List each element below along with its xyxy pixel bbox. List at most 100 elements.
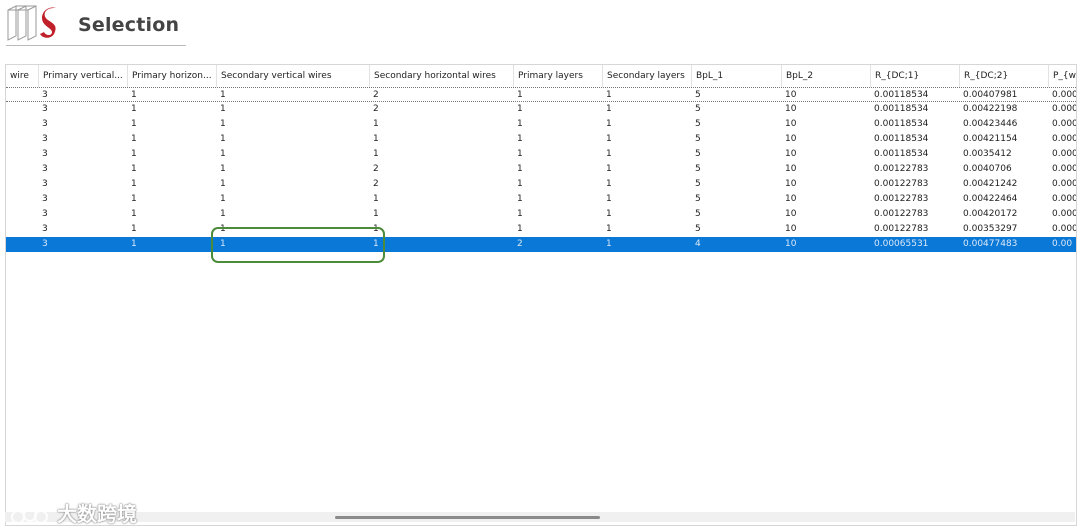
- grid-header-row: wire Primary vertical... Primary horizon..…: [6, 65, 1076, 87]
- column-header[interactable]: Primary vertical...: [39, 65, 128, 87]
- table-cell: 1: [606, 209, 612, 219]
- table-row[interactable]: 3 1 1 1 1 1 5 10 0.00122783 0.00422464 0.000: [6, 192, 1076, 207]
- table-row[interactable]: 3 1 1 2 1 1 5 10 0.00118534 0.00422198 0.000: [6, 102, 1076, 117]
- table-cell: [6, 117, 39, 132]
- table-cell: 0.000: [1052, 90, 1077, 100]
- table-cell: 0.00423446: [963, 119, 1018, 129]
- table-cell: 0.000: [1052, 209, 1077, 219]
- column-header[interactable]: Secondary layers: [603, 65, 692, 87]
- table-cell: 0.00421154: [963, 134, 1018, 144]
- table-cell: 2: [373, 179, 379, 189]
- table-cell: 1: [606, 224, 612, 234]
- table-cell: 1: [373, 239, 379, 249]
- table-cell: 1: [220, 119, 226, 129]
- table-cell: 0.0040706: [963, 164, 1012, 174]
- table-cell: [6, 177, 39, 192]
- column-header[interactable]: Secondary horizontal wires: [370, 65, 514, 87]
- table-cell: 5: [695, 194, 701, 204]
- table-cell: [6, 237, 39, 252]
- table-cell: 2: [373, 164, 379, 174]
- column-header[interactable]: P_{w: [1049, 65, 1076, 87]
- table-cell: 1: [220, 104, 226, 114]
- table-cell: 1: [517, 209, 523, 219]
- table-cell: [6, 102, 39, 117]
- column-header[interactable]: Primary layers: [514, 65, 603, 87]
- table-cell: 2: [373, 90, 379, 100]
- table-cell: 1: [517, 149, 523, 159]
- horizontal-scrollbar-thumb[interactable]: [335, 516, 600, 519]
- table-cell: 5: [695, 224, 701, 234]
- table-cell: 0.000: [1052, 164, 1077, 174]
- table-cell: 1: [220, 164, 226, 174]
- table-cell: 0.00118534: [874, 90, 929, 100]
- table-cell: 0.000: [1052, 134, 1077, 144]
- table-cell: 3: [42, 149, 48, 159]
- table-cell: 1: [220, 179, 226, 189]
- column-header[interactable]: Secondary vertical wires: [217, 65, 370, 87]
- table-cell: [6, 222, 39, 237]
- table-cell: 1: [373, 134, 379, 144]
- table-cell: 5: [695, 209, 701, 219]
- table-row[interactable]: 3 1 1 2 1 1 5 10 0.00118534 0.00407981 0.000: [6, 87, 1076, 102]
- table-cell: 1: [131, 224, 137, 234]
- watermark: 大数跨境: [10, 498, 137, 527]
- table-cell: 1: [606, 164, 612, 174]
- table-row[interactable]: 3 1 1 1 1 1 5 10 0.00122783 0.00353297 0.000: [6, 222, 1076, 237]
- column-header[interactable]: BpL_2: [782, 65, 871, 87]
- column-header[interactable]: wire: [6, 65, 39, 87]
- table-cell: 1: [131, 90, 137, 100]
- table-cell: 1: [606, 194, 612, 204]
- table-cell: 0.000: [1052, 149, 1077, 159]
- table-cell: [6, 207, 39, 222]
- header-divider: [6, 45, 186, 46]
- table-cell: 1: [131, 164, 137, 174]
- table-row[interactable]: 3 1 1 2 1 1 5 10 0.00122783 0.00421242 0.000: [6, 177, 1076, 192]
- table-cell: 0.000: [1052, 194, 1077, 204]
- table-cell: 1: [517, 119, 523, 129]
- table-cell: 5: [695, 90, 701, 100]
- table-cell: 0.0035412: [963, 149, 1012, 159]
- table-cell: 1: [131, 149, 137, 159]
- table-row[interactable]: 3 1 1 1 1 1 5 10 0.00118534 0.00423446 0.000: [6, 117, 1076, 132]
- header: Selection: [0, 0, 190, 46]
- table-cell: 1: [606, 149, 612, 159]
- table-cell: 0.00422198: [963, 104, 1018, 114]
- selected-table-row[interactable]: 3 1 1 1 2 1 4 10 0.00065531 0.00477483 0.00: [6, 237, 1076, 252]
- page-title: Selection: [78, 14, 180, 36]
- table-cell: 5: [695, 164, 701, 174]
- app-logo-icon: [7, 5, 56, 41]
- table-cell: 0.00118534: [874, 149, 929, 159]
- table-row[interactable]: 3 1 1 1 1 1 5 10 0.00118534 0.0035412 0.000: [6, 147, 1076, 162]
- table-cell: 0.000: [1052, 179, 1077, 189]
- table-cell: 0.00477483: [963, 239, 1018, 249]
- table-cell: 1: [131, 209, 137, 219]
- table-cell: 1: [517, 90, 523, 100]
- table-cell: 5: [695, 179, 701, 189]
- column-header[interactable]: Primary horizon...: [128, 65, 217, 87]
- column-header[interactable]: BpL_1: [692, 65, 782, 87]
- table-cell: 1: [606, 90, 612, 100]
- table-cell: 1: [220, 149, 226, 159]
- table-row[interactable]: 3 1 1 1 1 1 5 10 0.00118534 0.00421154 0.000: [6, 132, 1076, 147]
- table-row[interactable]: 3 1 1 1 1 1 5 10 0.00122783 0.00420172 0.000: [6, 207, 1076, 222]
- table-cell: 1: [131, 179, 137, 189]
- table-cell: 1: [131, 194, 137, 204]
- table-cell: 3: [42, 90, 48, 100]
- table-cell: 1: [606, 104, 612, 114]
- table-cell: 0.00407981: [963, 90, 1018, 100]
- table-cell: 1: [373, 149, 379, 159]
- table-cell: 0.00118534: [874, 119, 929, 129]
- column-header[interactable]: R_{DC;2}: [960, 65, 1049, 87]
- table-cell: 4: [695, 239, 701, 249]
- results-grid[interactable]: wire Primary vertical... Primary horizon..…: [5, 64, 1077, 526]
- table-cell: 1: [517, 104, 523, 114]
- table-cell: 1: [131, 119, 137, 129]
- column-header[interactable]: R_{DC;1}: [871, 65, 960, 87]
- table-cell: 10: [785, 119, 797, 129]
- table-cell: 0.00122783: [874, 209, 929, 219]
- table-cell: [6, 192, 39, 207]
- table-cell: 10: [785, 194, 797, 204]
- table-row[interactable]: 3 1 1 2 1 1 5 10 0.00122783 0.0040706 0.000: [6, 162, 1076, 177]
- table-cell: 10: [785, 134, 797, 144]
- table-cell: 1: [606, 179, 612, 189]
